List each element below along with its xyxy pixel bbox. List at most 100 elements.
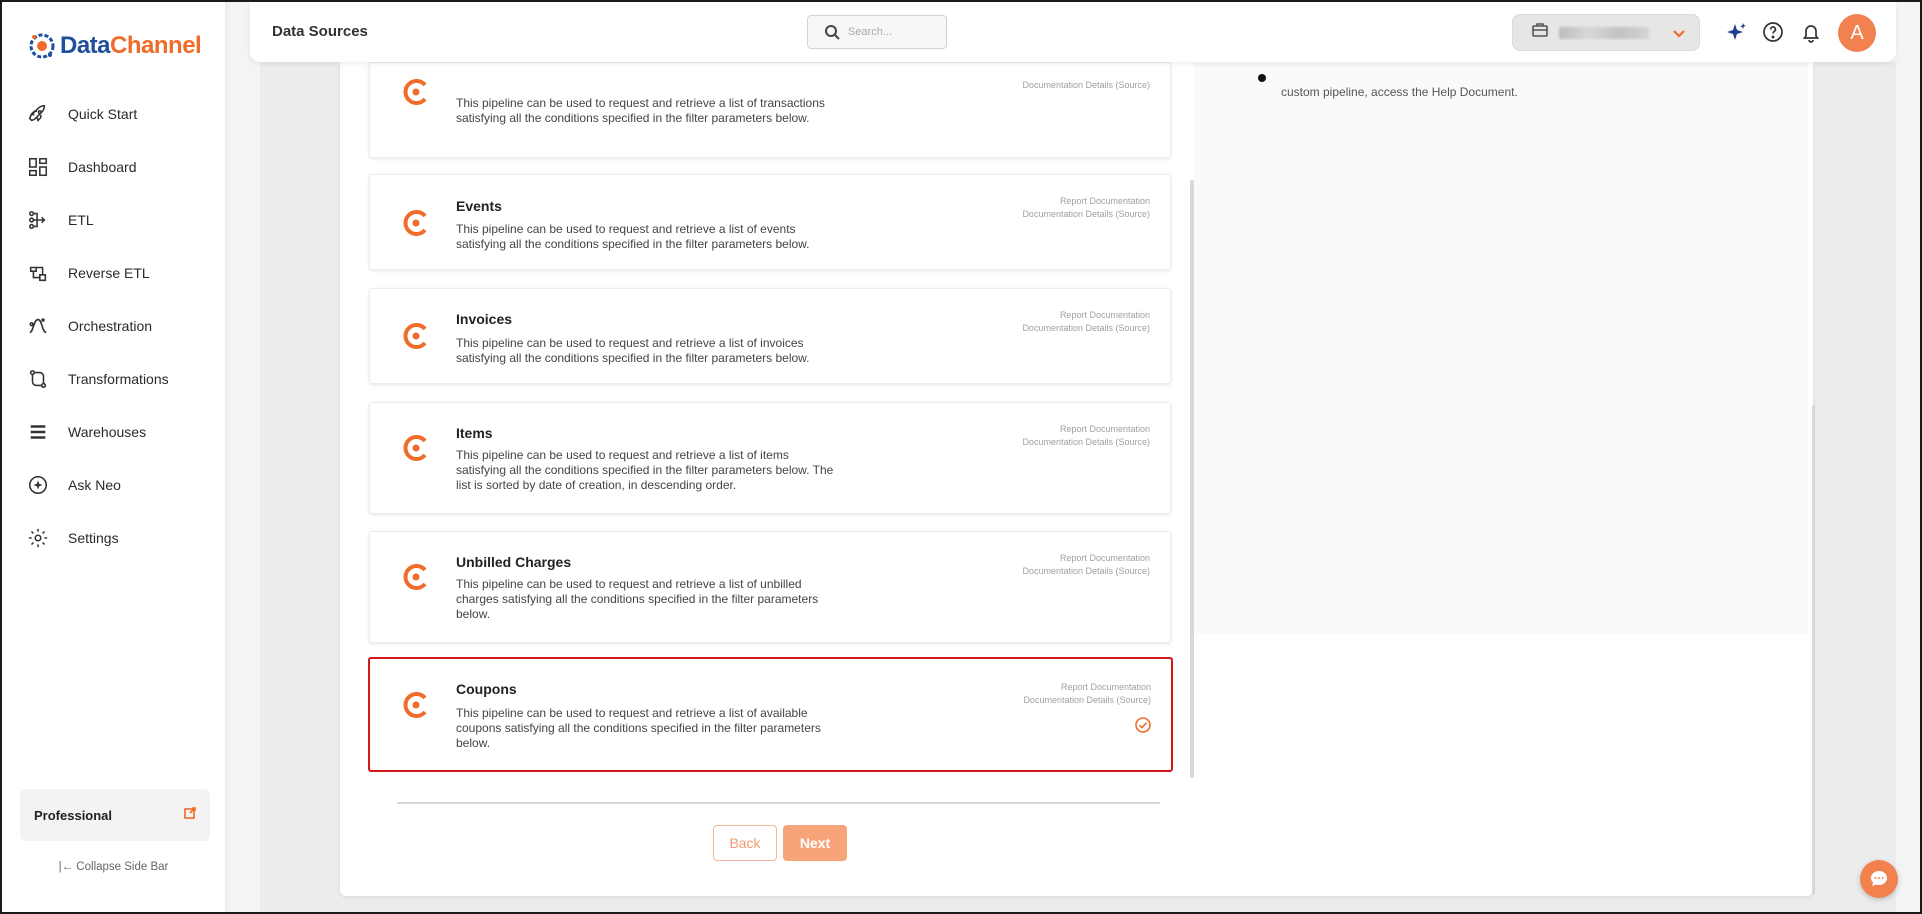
documentation-details-link[interactable]: Documentation Details (Source) [1022, 208, 1150, 221]
pipeline-logo-icon [403, 564, 427, 590]
doc-links: Report Documentation Documentation Detai… [1023, 681, 1151, 707]
collapse-sidebar-button[interactable]: |← Collapse Side Bar [2, 861, 225, 873]
chevron-down-icon [1671, 25, 1687, 46]
transformations-icon [26, 367, 50, 391]
ai-sparkle-icon[interactable] [1725, 21, 1747, 43]
external-link-icon[interactable] [184, 806, 196, 824]
top-header: Data Sources Search... A [250, 2, 1896, 62]
sidebar-item-settings[interactable]: Settings [2, 511, 225, 564]
bell-icon[interactable] [1800, 21, 1822, 43]
sidebar-item-label: Quick Start [68, 105, 138, 122]
report-documentation-link[interactable]: Report Documentation [1022, 552, 1150, 565]
sidebar-item-quick-start[interactable]: Quick Start [2, 87, 225, 140]
pipeline-description: This pipeline can be used to request and… [456, 577, 819, 621]
sidebar-item-label: Dashboard [68, 158, 137, 175]
sidebar-item-orchestration[interactable]: Orchestration [2, 299, 225, 352]
pipeline-card-transactions[interactable]: This pipeline can be used to request and… [369, 62, 1171, 158]
pipeline-logo-icon [403, 323, 427, 349]
orchestration-icon [26, 314, 50, 338]
page-scrollbar[interactable] [1812, 405, 1815, 895]
pipeline-logo-icon [403, 79, 427, 105]
sidebar-item-etl[interactable]: ETL [2, 193, 225, 246]
sidebar-item-ask-neo[interactable]: Ask Neo [2, 458, 225, 511]
avatar[interactable]: A [1838, 14, 1876, 52]
search-placeholder: Search... [848, 26, 893, 38]
pipeline-title: Coupons [456, 681, 517, 697]
page-title: Data Sources [272, 23, 368, 40]
report-documentation-link[interactable]: Report Documentation [1022, 195, 1150, 208]
pipeline-description: This pipeline can be used to request and… [456, 222, 810, 251]
pipeline-description: This pipeline can be used to request and… [456, 448, 834, 492]
sidebar-item-label: ETL [68, 211, 94, 228]
pipelines-scrollbar[interactable] [1190, 180, 1194, 778]
sidebar-item-label: Orchestration [68, 317, 153, 334]
ask-neo-icon [26, 473, 50, 497]
report-documentation-link[interactable]: Report Documentation [1022, 309, 1150, 322]
sidebar-item-transformations[interactable]: Transformations [2, 352, 225, 405]
documentation-details-link[interactable]: Documentation Details (Source) [1022, 322, 1150, 335]
brand-name: DataChannel [60, 32, 202, 60]
report-documentation-link[interactable]: Report Documentation [1023, 681, 1151, 694]
documentation-details-link[interactable]: Documentation Details (Source) [1022, 436, 1150, 449]
next-button[interactable]: Next [783, 825, 847, 861]
pipeline-title: Items [456, 425, 493, 441]
pipeline-logo-icon [403, 435, 427, 461]
doc-links: Report Documentation Documentation Detai… [1022, 195, 1150, 221]
doc-links: Report Documentation Documentation Detai… [1022, 309, 1150, 335]
warehouses-icon [26, 420, 50, 444]
briefcase-icon [1531, 21, 1549, 44]
doc-links: Report Documentation Documentation Detai… [1022, 552, 1150, 578]
search-input[interactable]: Search... [807, 15, 947, 49]
plan-box[interactable]: Professional [20, 789, 210, 841]
pipeline-description: This pipeline can be used to request and… [456, 336, 810, 365]
reverse-etl-icon [26, 261, 50, 285]
sidebar-item-label: Ask Neo [68, 476, 121, 493]
pipeline-card-invoices[interactable]: Invoices This pipeline can be used to re… [369, 288, 1171, 384]
divider [397, 802, 1160, 804]
etl-icon [26, 208, 50, 232]
pipeline-description: This pipeline can be used to request and… [456, 706, 821, 750]
rocket-icon [26, 102, 50, 126]
sidebar-item-label: Settings [68, 529, 119, 546]
organization-name-redacted [1559, 26, 1649, 39]
sidebar-item-label: Warehouses [68, 423, 147, 440]
search-icon [825, 25, 840, 40]
sidebar-item-warehouses[interactable]: Warehouses [2, 405, 225, 458]
pipeline-logo-icon [403, 210, 427, 236]
sidebar-nav: Quick Start Dashboard ETL Reverse ETL Or… [2, 87, 225, 564]
sidebar-item-reverse-etl[interactable]: Reverse ETL [2, 246, 225, 299]
sidebar-item-label: Transformations [68, 370, 169, 387]
help-document-text[interactable]: custom pipeline, access the Help Documen… [1281, 85, 1518, 99]
selected-check-icon [1135, 717, 1151, 733]
brand-logo[interactable]: DataChannel [28, 32, 202, 60]
sidebar-item-dashboard[interactable]: Dashboard [2, 140, 225, 193]
back-button[interactable]: Back [713, 825, 777, 861]
help-icon[interactable] [1762, 21, 1784, 43]
pipeline-card-unbilled-charges[interactable]: Unbilled Charges This pipeline can be us… [369, 531, 1171, 643]
pipeline-title: Events [456, 198, 502, 214]
doc-links: Report Documentation Documentation Detai… [1022, 423, 1150, 449]
pipeline-card-items[interactable]: Items This pipeline can be used to reque… [369, 402, 1171, 514]
organization-selector[interactable] [1512, 14, 1700, 51]
pipeline-card-coupons[interactable]: Coupons This pipeline can be used to req… [368, 657, 1173, 772]
pipeline-card-events[interactable]: Events This pipeline can be used to requ… [369, 174, 1171, 270]
datachannel-logo-icon [29, 33, 55, 59]
report-documentation-link[interactable]: Report Documentation [1022, 423, 1150, 436]
sidebar: DataChannel Quick Start Dashboard ETL Re… [2, 2, 225, 912]
bullet-icon [1257, 70, 1267, 84]
right-pane [1193, 62, 1808, 634]
pipeline-logo-icon [403, 692, 427, 718]
documentation-details-link[interactable]: Documentation Details (Source) [1023, 694, 1151, 707]
pipeline-title: Unbilled Charges [456, 554, 572, 570]
documentation-details-link[interactable]: Documentation Details (Source) [1022, 79, 1150, 92]
documentation-details-link[interactable]: Documentation Details (Source) [1022, 565, 1150, 578]
pipeline-description: This pipeline can be used to request and… [456, 96, 825, 125]
chat-bubble-icon [1871, 871, 1887, 886]
dashboard-icon [26, 155, 50, 179]
plan-label: Professional [34, 807, 113, 823]
doc-links: Documentation Details (Source) [1022, 79, 1150, 92]
chat-support-button[interactable] [1860, 860, 1898, 898]
sidebar-item-label: Reverse ETL [68, 264, 150, 281]
brand-name-channel: Channel [110, 32, 202, 59]
settings-icon [26, 526, 50, 550]
